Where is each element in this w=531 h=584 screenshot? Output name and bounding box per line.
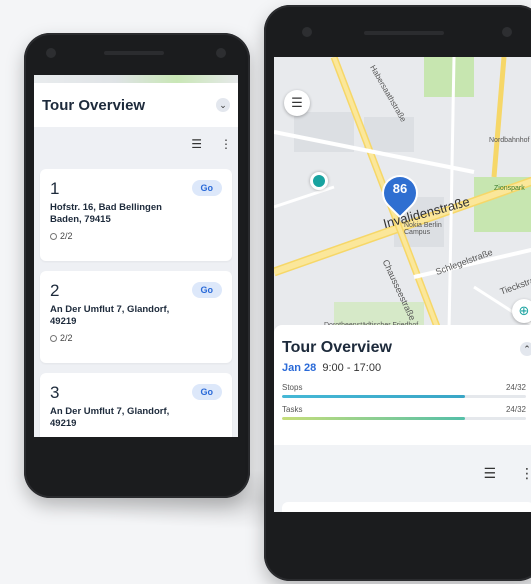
tasks-bar-fill: [282, 417, 465, 420]
tour-date-day: Jan 28: [282, 362, 317, 374]
stop-marker-label: 86: [392, 181, 408, 196]
speaker-grill: [104, 51, 164, 55]
list-view-icon[interactable]: ☰: [483, 465, 496, 482]
front-sensor: [502, 27, 512, 37]
stop-progress-text: 2/2: [60, 333, 73, 343]
stop-card-1[interactable]: 1 Hofstr. 16, Bad Bellingen Baden, 79415…: [40, 169, 232, 261]
tasks-count: 24/32: [505, 405, 526, 414]
go-button[interactable]: Go: [191, 384, 222, 400]
progress-ring-icon: [50, 232, 57, 240]
tour-date: Jan 28 9:00 - 17:00: [282, 362, 381, 374]
stop-progress: 2/2: [50, 333, 222, 343]
tasks-progress: Tasks 24/32: [282, 405, 526, 420]
front-sensor: [216, 48, 226, 58]
system-nav-bar: [24, 445, 250, 475]
phone-right: ☰ 86 Invalidenstraße Schlegelstraße Chau…: [264, 5, 531, 581]
stops-label: Stops: [282, 383, 303, 392]
speaker-grill: [364, 31, 444, 35]
stops-bar-fill: [282, 395, 465, 398]
tour-header[interactable]: Tour Overview ⌄: [34, 83, 238, 127]
front-camera: [302, 27, 312, 37]
map-view[interactable]: ☰ 86 Invalidenstraße Schlegelstraße Chau…: [274, 57, 531, 332]
stop-address: Hofstr. 16, Bad Bellingen Baden, 79415: [50, 202, 162, 225]
chevron-up-icon[interactable]: ⌃: [520, 342, 531, 356]
stop-card-2[interactable]: 2 An Der Umflut 7, Glandorf, 49219 2/2 G…: [40, 271, 232, 363]
phone-left: Tour Overview ⌄ ☰ ⋮ 1 Hofstr. 16, Bad Be…: [24, 33, 250, 498]
menu-icon[interactable]: ☰: [284, 90, 310, 116]
poi-label-4: Zionspark: [494, 185, 525, 192]
more-options-icon[interactable]: ⋮: [220, 137, 232, 151]
current-location-icon: [310, 172, 328, 190]
map-strip: [34, 75, 238, 83]
stop-progress: 2/2: [50, 231, 222, 241]
progress-ring-icon: [50, 334, 57, 342]
system-nav-bar: [264, 520, 531, 550]
stops-bar: [282, 395, 526, 398]
tour-panel: Tour Overview ⌃ Jan 28 9:00 - 17:00 Stop…: [274, 325, 531, 512]
left-screen: Tour Overview ⌄ ☰ ⋮ 1 Hofstr. 16, Bad Be…: [34, 75, 238, 437]
crosshair-icon[interactable]: ⊕: [512, 299, 531, 323]
front-camera: [46, 48, 56, 58]
tour-time: 9:00 - 17:00: [322, 362, 382, 374]
list-view-icon[interactable]: ☰: [191, 137, 202, 151]
chevron-down-icon[interactable]: ⌄: [216, 98, 230, 112]
go-button[interactable]: Go: [191, 180, 222, 196]
tasks-label: Tasks: [282, 405, 303, 414]
list-toolbar: ☰ ⋮: [483, 465, 531, 482]
stop-address: An Der Umflut 7, Glandorf, 49219: [50, 304, 170, 327]
poi-label-3: Nokia Berlin Campus: [404, 222, 442, 236]
stops-count: 24/32: [505, 383, 526, 392]
poi-label-1: Nordbahnhof: [489, 137, 530, 144]
stop-progress-text: 2/2: [60, 231, 73, 241]
panel-title: Tour Overview: [282, 339, 392, 356]
list-toolbar: ☰ ⋮: [191, 137, 232, 151]
more-options-icon[interactable]: ⋮: [520, 465, 531, 482]
page-title: Tour Overview: [42, 96, 146, 114]
stop-card-peek[interactable]: [282, 502, 531, 512]
stops-progress: Stops 24/32: [282, 383, 526, 398]
go-button[interactable]: Go: [191, 282, 222, 298]
stop-address: An Der Umflut 7, Glandorf, 49219: [50, 406, 170, 429]
tasks-bar: [282, 417, 526, 420]
stop-card-3[interactable]: 3 An Der Umflut 7, Glandorf, 49219 Go: [40, 373, 232, 437]
right-screen: ☰ 86 Invalidenstraße Schlegelstraße Chau…: [274, 57, 531, 512]
